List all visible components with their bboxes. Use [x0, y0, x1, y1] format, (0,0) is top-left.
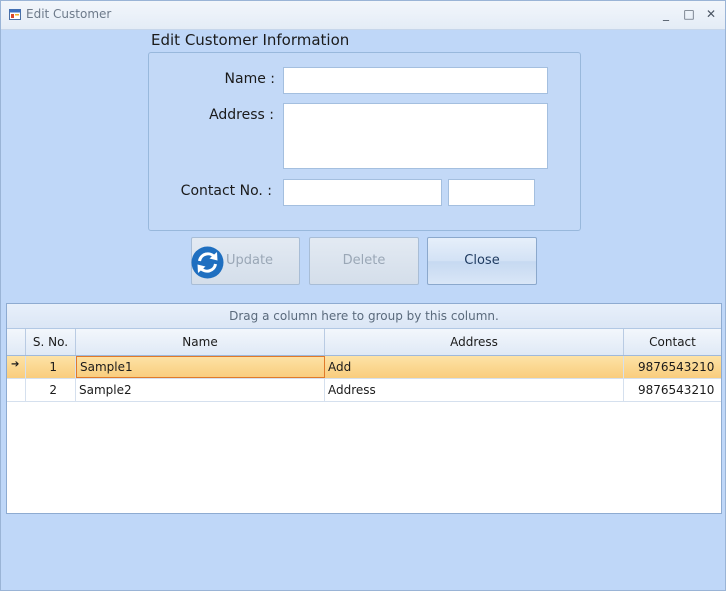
title-bar[interactable]: Edit Customer _ □ ✕ — [1, 1, 725, 30]
edit-customer-window: Edit Customer _ □ ✕ Edit Customer Inform… — [0, 0, 726, 591]
delete-button[interactable]: Delete — [309, 237, 419, 285]
form-window-icon — [9, 9, 21, 20]
table-row[interactable]: ➔ 1 Sample1 Add 9876543210 — [7, 356, 721, 379]
delete-button-label: Delete — [342, 253, 386, 268]
window-title: Edit Customer — [26, 7, 112, 21]
cell-contact[interactable]: 9876543210 — [624, 356, 721, 378]
customer-grid[interactable]: Drag a column here to group by this colu… — [6, 303, 722, 514]
update-button-label: Update — [225, 253, 274, 268]
cell-address[interactable]: Add — [325, 356, 624, 378]
contact-input[interactable] — [283, 179, 442, 206]
row-indicator — [7, 379, 26, 401]
minimize-icon[interactable]: _ — [657, 6, 675, 22]
cell-name[interactable]: Sample1 — [76, 356, 325, 378]
close-button-label: Close — [464, 253, 500, 268]
cell-sno[interactable]: 1 — [26, 356, 76, 378]
contact-label: Contact No. : — [180, 183, 272, 199]
row-indicator: ➔ — [7, 356, 26, 378]
grid-header-row: S. No. Name Address Contact — [7, 329, 721, 356]
cell-sno[interactable]: 2 — [26, 379, 76, 401]
contact-extension-input[interactable] — [448, 179, 535, 206]
column-header-sno[interactable]: S. No. — [26, 329, 76, 355]
column-header-name[interactable]: Name — [76, 329, 325, 355]
column-header-address[interactable]: Address — [325, 329, 624, 355]
address-label: Address : — [209, 107, 274, 123]
row-indicator-header — [7, 329, 26, 355]
maximize-icon[interactable]: □ — [680, 6, 698, 22]
group-by-panel[interactable]: Drag a column here to group by this colu… — [7, 304, 721, 329]
refresh-icon — [191, 246, 224, 279]
name-label: Name : — [224, 71, 275, 87]
form-heading: Edit Customer Information — [151, 31, 350, 49]
close-button[interactable]: Close — [427, 237, 537, 285]
cell-contact[interactable]: 9876543210 — [624, 379, 721, 401]
column-header-contact[interactable]: Contact — [624, 329, 721, 355]
close-icon[interactable]: ✕ — [702, 6, 720, 22]
arrow-right-icon: ➔ — [11, 359, 20, 370]
cell-address[interactable]: Address — [325, 379, 624, 401]
cell-name[interactable]: Sample2 — [76, 379, 325, 401]
table-row[interactable]: 2 Sample2 Address 9876543210 — [7, 379, 721, 402]
name-input[interactable] — [283, 67, 548, 94]
address-input[interactable] — [283, 103, 548, 169]
